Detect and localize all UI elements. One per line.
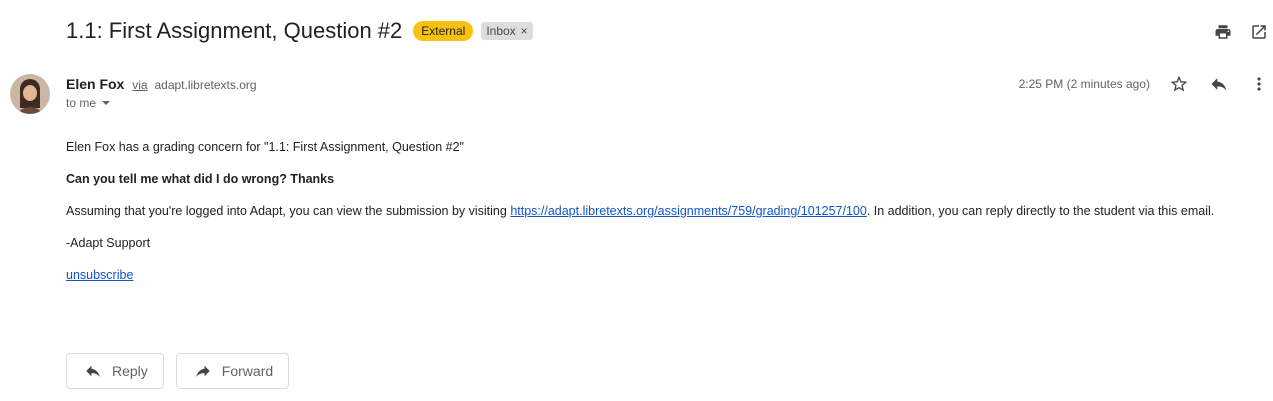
reply-button[interactable]: Reply <box>66 353 164 389</box>
subject-row: 1.1: First Assignment, Question #2 Exter… <box>66 18 533 44</box>
email-subject: 1.1: First Assignment, Question #2 <box>66 18 403 43</box>
body-instructions: Assuming that you're logged into Adapt, … <box>66 203 1266 220</box>
submission-link[interactable]: https://adapt.libretexts.org/assignments… <box>510 204 867 218</box>
email-timestamp: 2:25 PM (2 minutes ago) <box>1018 77 1150 91</box>
email-body: Elen Fox has a grading concern for "1.1:… <box>66 139 1266 299</box>
message-toolbar <box>1169 74 1269 94</box>
inbox-label-text: Inbox <box>486 24 516 38</box>
sender-name[interactable]: Elen Fox <box>66 76 124 92</box>
signature: -Adapt Support <box>66 236 151 250</box>
email-view: 1.1: First Assignment, Question #2 Exter… <box>0 0 1273 401</box>
sender-line: Elen Fox via adapt.libretexts.org <box>66 76 257 92</box>
remove-label-button[interactable]: × <box>521 24 528 38</box>
unsubscribe-link[interactable]: unsubscribe <box>66 268 133 282</box>
via-link[interactable]: via <box>132 78 147 92</box>
reply-button-label: Reply <box>112 363 148 379</box>
reply-icon <box>86 365 100 377</box>
recipient-details-toggle[interactable]: to me <box>66 96 257 110</box>
forward-button-label: Forward <box>221 363 274 379</box>
recipient-text: to me <box>66 96 97 110</box>
sender-info: Elen Fox via adapt.libretexts.org to me <box>66 76 257 110</box>
thread-toolbar <box>1213 22 1269 42</box>
body-question: Can you tell me what did I do wrong? Tha… <box>66 172 335 186</box>
via-domain: adapt.libretexts.org <box>154 78 257 92</box>
body-intro: Elen Fox has a grading concern for "1.1:… <box>66 140 464 154</box>
instructions-after: . In addition, you can reply directly to… <box>866 204 1215 218</box>
more-vertical-icon[interactable] <box>1249 74 1269 94</box>
reply-icon[interactable] <box>1209 74 1229 94</box>
external-badge: External <box>413 21 474 41</box>
avatar[interactable] <box>10 74 50 114</box>
forward-icon <box>196 365 210 377</box>
inbox-label[interactable]: Inbox × <box>481 22 533 40</box>
star-icon[interactable] <box>1169 74 1189 94</box>
unsubscribe-row: unsubscribe <box>66 267 1266 284</box>
open-in-new-window-icon[interactable] <box>1249 22 1269 42</box>
chevron-down-icon[interactable] <box>102 101 111 105</box>
forward-button[interactable]: Forward <box>175 353 290 389</box>
instructions-before: Assuming that you're logged into Adapt, … <box>66 204 511 218</box>
print-icon[interactable] <box>1213 22 1233 42</box>
reply-actions: Reply Forward <box>66 353 290 389</box>
